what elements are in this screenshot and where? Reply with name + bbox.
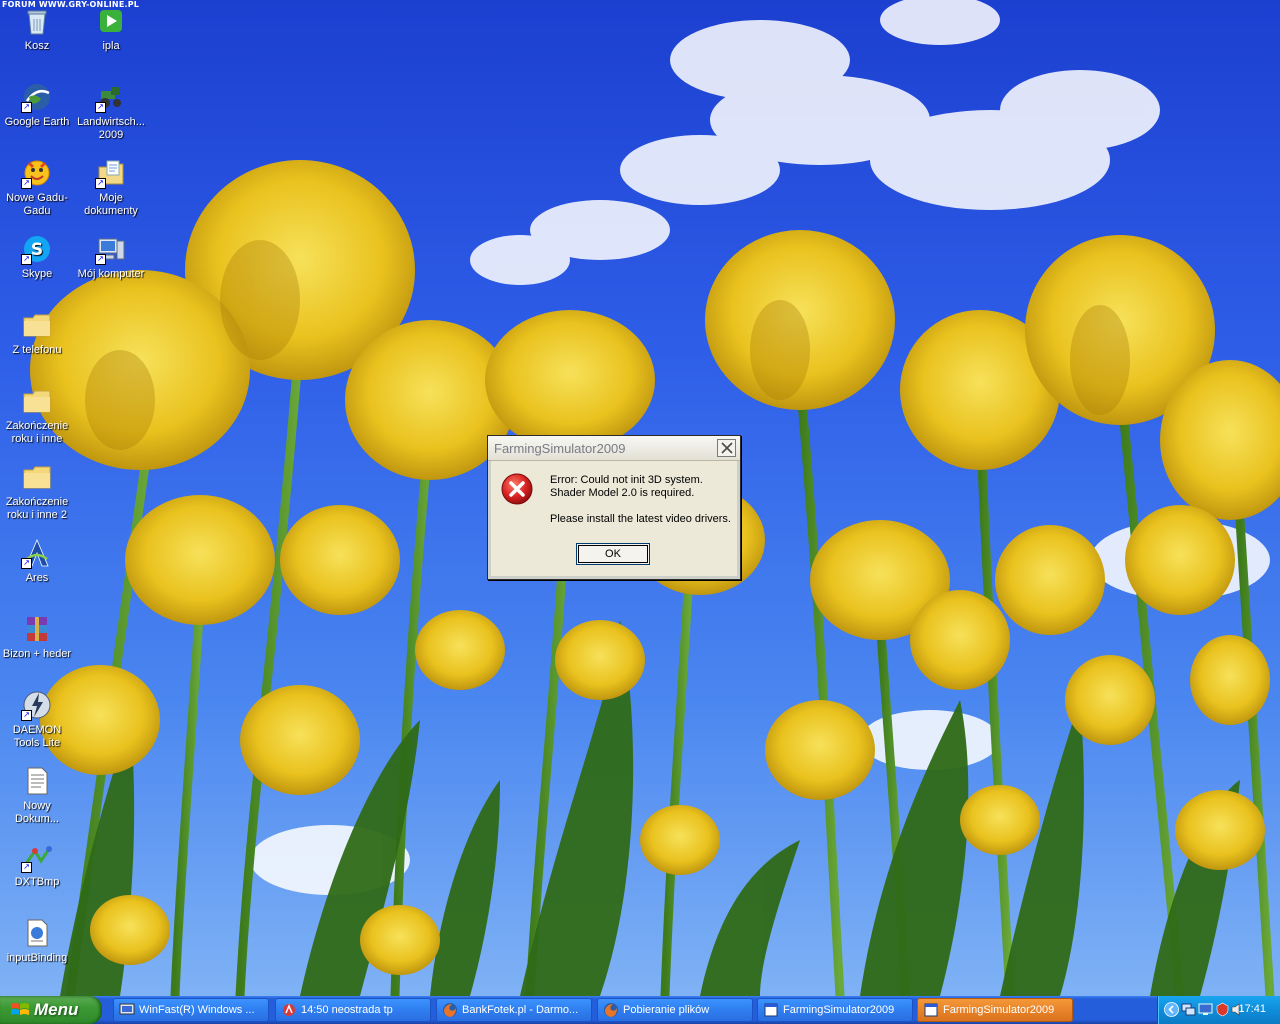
- taskbar-button[interactable]: WinFast(R) Windows ...: [113, 998, 269, 1022]
- start-label: Menu: [34, 1000, 79, 1019]
- desktop-icon[interactable]: Kosz: [0, 5, 74, 53]
- error-message: Error: Could not init 3D system. Shader …: [550, 474, 731, 526]
- desktop-icon-label: Bizon + heder: [2, 648, 72, 660]
- desktop-icon[interactable]: Zakończenie roku i inne: [0, 385, 74, 446]
- error-line-2: Shader Model 2.0 is required.: [550, 487, 695, 499]
- desktop-icon[interactable]: ↗ DAEMON Tools Lite: [0, 689, 74, 750]
- svg-text:S: S: [31, 240, 43, 260]
- desktop-icon-label: Moje dokumenty: [84, 192, 138, 217]
- gadu-gadu-icon: ↗: [21, 157, 53, 189]
- desktop-icon[interactable]: Nowy Dokum...: [0, 765, 74, 826]
- neostrada-icon: [281, 1002, 297, 1018]
- windows-logo-icon: [11, 1003, 29, 1015]
- taskbar-button[interactable]: 14:50 neostrada tp: [275, 998, 431, 1022]
- text-document-icon: [21, 765, 53, 797]
- display-icon[interactable]: [1198, 1002, 1213, 1017]
- taskbar-button-label: FarmingSimulator2009: [943, 1004, 1055, 1016]
- desktop-icon[interactable]: ipla: [74, 5, 148, 53]
- taskbar: Menu WinFast(R) Windows ... 14:50 neostra…: [0, 996, 1280, 1024]
- security-icon[interactable]: [1215, 1002, 1230, 1017]
- ok-button[interactable]: OK: [576, 543, 650, 565]
- system-tray: 17:41: [1157, 996, 1280, 1024]
- taskbar-button-label: WinFast(R) Windows ...: [139, 1004, 255, 1016]
- desktop-icon[interactable]: Z telefonu: [0, 309, 74, 357]
- desktop-icon[interactable]: S ↗ Skype: [0, 233, 74, 281]
- clock: 17:41: [1238, 1003, 1266, 1015]
- taskbar-button[interactable]: FarmingSimulator2009: [917, 998, 1073, 1022]
- desktop-icon[interactable]: ↗ DXTBmp: [0, 841, 74, 889]
- network-icon[interactable]: [1181, 1002, 1196, 1017]
- start-button[interactable]: Menu: [0, 996, 102, 1024]
- desktop-icon-label: Mój komputer: [77, 268, 145, 280]
- desktop-icon-label: Kosz: [24, 40, 50, 52]
- chevron-left-icon[interactable]: [1164, 1002, 1179, 1017]
- desktop-icon-label: Nowy Dokum...: [14, 800, 59, 825]
- folder-icon: [21, 461, 53, 493]
- watermark-text: FORUM WWW.GRY-ONLINE.PL: [2, 0, 140, 9]
- desktop-icon[interactable]: ↗ Ares: [0, 537, 74, 585]
- desktop-icon-label: Nowe Gadu-Gadu: [6, 192, 68, 217]
- folder-icon: [21, 385, 53, 417]
- dialog-titlebar[interactable]: FarmingSimulator2009: [488, 436, 740, 461]
- winrar-icon: [21, 613, 53, 645]
- desktop-icon-label: ipla: [102, 40, 120, 52]
- desktop-icon-label: Google Earth: [4, 116, 70, 128]
- error-line-3: Please install the latest video drivers.: [550, 513, 731, 525]
- desktop-icon[interactable]: Bizon + heder: [0, 613, 74, 661]
- ares-icon: ↗: [21, 537, 53, 569]
- tv-icon: [119, 1002, 135, 1018]
- desktop-icon[interactable]: ↗ Google Earth: [0, 81, 74, 129]
- desktop-icon[interactable]: ↗ Nowe Gadu-Gadu: [0, 157, 74, 218]
- desktop-icon[interactable]: ↗ Moje dokumenty: [74, 157, 148, 218]
- google-earth-icon: ↗: [21, 81, 53, 113]
- ipla-icon: [95, 5, 127, 37]
- desktop-icon-label: Zakończenie roku i inne 2: [5, 496, 69, 521]
- taskbar-button[interactable]: BankFotek.pl - Darmo...: [436, 998, 592, 1022]
- error-line-1: Error: Could not init 3D system.: [550, 474, 703, 486]
- dxtbmp-icon: ↗: [21, 841, 53, 873]
- skype-icon: S ↗: [21, 233, 53, 265]
- desktop-icon[interactable]: Zakończenie roku i inne 2: [0, 461, 74, 522]
- desktop-icon-label: Z telefonu: [12, 344, 62, 356]
- firefox-icon: [442, 1002, 458, 1018]
- desktop-icon[interactable]: inputBinding: [0, 917, 74, 965]
- my-computer-icon: ↗: [95, 233, 127, 265]
- daemon-tools-icon: ↗: [21, 689, 53, 721]
- desktop-icon-label: Ares: [25, 572, 49, 584]
- desktop-icon-label: inputBinding: [6, 952, 68, 964]
- desktop-icon-label: Landwirtsch... 2009: [77, 116, 145, 141]
- error-dialog: FarmingSimulator2009 Error: Could not in…: [487, 435, 741, 580]
- desktop-icon-label: DAEMON Tools Lite: [12, 724, 62, 749]
- desktop-icon[interactable]: ↗ Mój komputer: [74, 233, 148, 281]
- desktop-icon-label: DXTBmp: [14, 876, 60, 888]
- my-documents-icon: ↗: [95, 157, 127, 189]
- taskbar-button-label: BankFotek.pl - Darmo...: [462, 1004, 579, 1016]
- config-file-icon: [21, 917, 53, 949]
- taskbar-button-label: FarmingSimulator2009: [783, 1004, 895, 1016]
- app-window-icon: [923, 1002, 939, 1018]
- tractor-icon: ↗: [95, 81, 127, 113]
- desktop-icon[interactable]: ↗ Landwirtsch... 2009: [74, 81, 148, 142]
- desktop-icon-label: Zakończenie roku i inne: [5, 420, 69, 445]
- dialog-title: FarmingSimulator2009: [494, 441, 626, 456]
- taskbar-button-label: Pobieranie plików: [623, 1004, 710, 1016]
- taskbar-button[interactable]: FarmingSimulator2009: [757, 998, 913, 1022]
- taskbar-button-label: 14:50 neostrada tp: [301, 1004, 393, 1016]
- close-icon: [721, 442, 733, 454]
- close-button[interactable]: [717, 439, 736, 457]
- app-window-icon: [763, 1002, 779, 1018]
- recycle-bin-icon: [21, 5, 53, 37]
- error-icon: [501, 473, 533, 505]
- folder-icon: [21, 309, 53, 341]
- desktop-icon-label: Skype: [21, 268, 53, 280]
- firefox-icon: [603, 1002, 619, 1018]
- taskbar-button[interactable]: Pobieranie plików: [597, 998, 753, 1022]
